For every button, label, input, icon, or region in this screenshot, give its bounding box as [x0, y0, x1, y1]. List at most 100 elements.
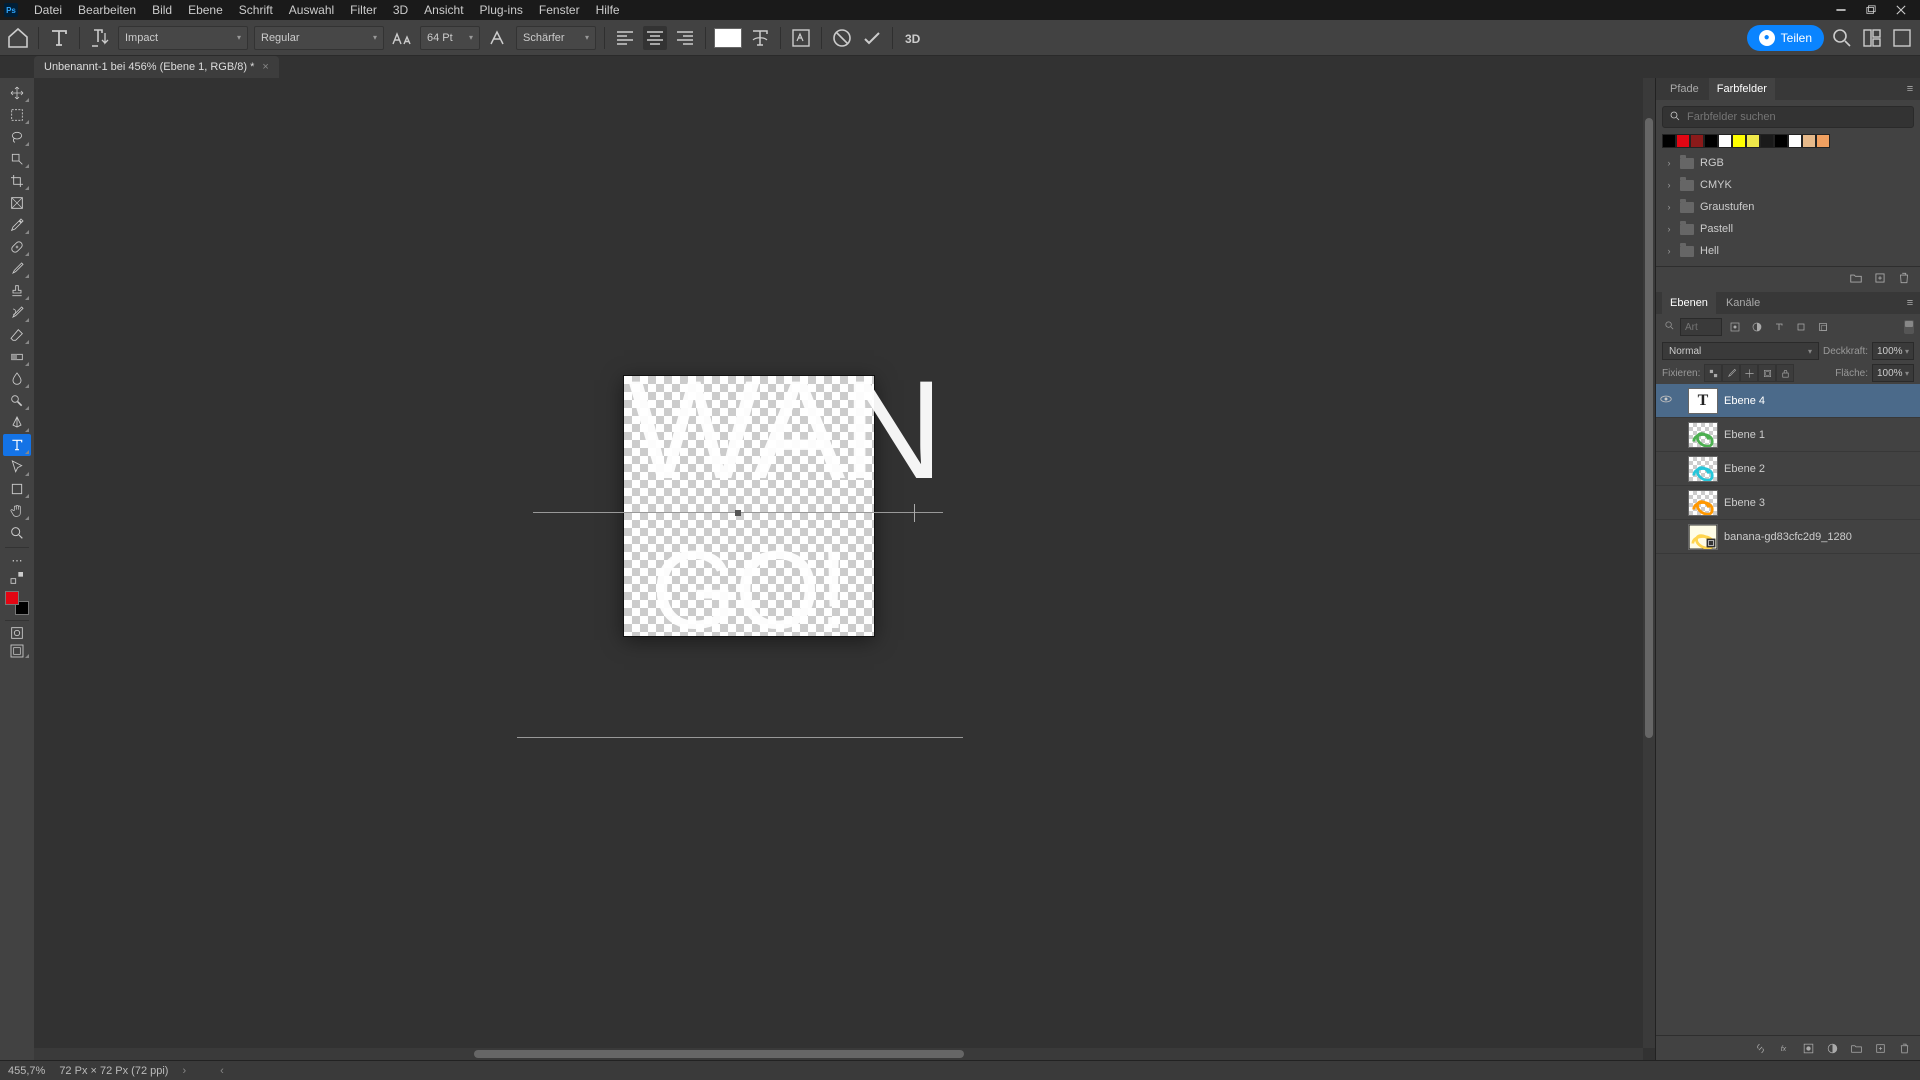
horizontal-scrollbar[interactable] — [34, 1048, 1643, 1060]
layer-row[interactable]: Ebene 1 — [1656, 418, 1920, 452]
chevron-left-icon[interactable]: ‹ — [220, 1065, 224, 1077]
tab-channels[interactable]: Kanäle — [1718, 292, 1768, 314]
swatch[interactable] — [1662, 134, 1676, 148]
lasso-tool[interactable] — [3, 126, 31, 148]
menu-3d[interactable]: 3D — [385, 0, 416, 20]
gradient-tool[interactable] — [3, 346, 31, 368]
3d-text-button[interactable]: 3D — [901, 26, 925, 50]
swatch-folder[interactable]: ›Hell — [1660, 240, 1916, 262]
layer-row[interactable]: T Ebene 4 — [1656, 384, 1920, 418]
workspace-button[interactable] — [1860, 26, 1884, 50]
character-panel-button[interactable] — [789, 26, 813, 50]
swatch-folder[interactable]: ›CMYK — [1660, 174, 1916, 196]
adjustment-layer-button[interactable] — [1824, 1040, 1840, 1056]
font-size-select[interactable]: 64 Pt▾ — [420, 26, 480, 50]
marquee-tool[interactable] — [3, 104, 31, 126]
warp-text-button[interactable] — [748, 26, 772, 50]
text-center-handle[interactable] — [735, 510, 741, 516]
align-left-button[interactable] — [613, 26, 637, 50]
link-layers-button[interactable] — [1752, 1040, 1768, 1056]
eraser-tool[interactable] — [3, 324, 31, 346]
swatch[interactable] — [1718, 134, 1732, 148]
swatch[interactable] — [1690, 134, 1704, 148]
swatch[interactable] — [1760, 134, 1774, 148]
lock-transparent-button[interactable] — [1704, 364, 1722, 382]
swatch-folder[interactable]: ›RGB — [1660, 152, 1916, 174]
menu-hilfe[interactable]: Hilfe — [588, 0, 628, 20]
history-brush-tool[interactable] — [3, 302, 31, 324]
swatch[interactable] — [1774, 134, 1788, 148]
menu-bild[interactable]: Bild — [144, 0, 180, 20]
filter-adjustment-icon[interactable] — [1748, 318, 1766, 336]
blend-mode-select[interactable]: Normal▾ — [1662, 342, 1819, 360]
window-minimize-button[interactable] — [1826, 0, 1856, 20]
document-tab-close-icon[interactable]: × — [262, 61, 268, 73]
edit-toolbar-button[interactable]: ⋯ — [3, 551, 31, 569]
menu-plugins[interactable]: Plug-ins — [472, 0, 531, 20]
layers-list[interactable]: T Ebene 4 Ebene 1 Ebene 2 Ebene 3 — [1656, 384, 1920, 1035]
layer-row[interactable]: Ebene 3 — [1656, 486, 1920, 520]
hand-tool[interactable] — [3, 500, 31, 522]
new-layer-button[interactable] — [1872, 1040, 1888, 1056]
swatch[interactable] — [1732, 134, 1746, 148]
swatch-folder[interactable]: ›Pastell — [1660, 218, 1916, 240]
crop-tool[interactable] — [3, 170, 31, 192]
document-canvas[interactable]: WAN GO! — [624, 376, 874, 636]
layer-mask-button[interactable] — [1800, 1040, 1816, 1056]
text-color-swatch[interactable] — [714, 28, 742, 48]
window-close-button[interactable] — [1886, 0, 1916, 20]
filter-shape-icon[interactable] — [1792, 318, 1810, 336]
align-center-button[interactable] — [643, 26, 667, 50]
layer-row[interactable]: Ebene 2 — [1656, 452, 1920, 486]
search-button[interactable] — [1830, 26, 1854, 50]
fill-input[interactable]: 100%▾ — [1872, 364, 1914, 382]
swatch[interactable] — [1816, 134, 1830, 148]
filter-pixel-icon[interactable] — [1726, 318, 1744, 336]
layer-filter-input[interactable] — [1680, 318, 1722, 336]
filter-smartobject-icon[interactable] — [1814, 318, 1832, 336]
filter-type-icon[interactable] — [1770, 318, 1788, 336]
chevron-right-icon[interactable]: › — [182, 1065, 186, 1077]
lock-artboard-button[interactable] — [1758, 364, 1776, 382]
home-button[interactable] — [6, 26, 30, 50]
opacity-input[interactable]: 100%▾ — [1872, 342, 1914, 360]
canvas-area[interactable]: WAN GO! — [34, 78, 1655, 1060]
tab-swatches[interactable]: Farbfelder — [1709, 78, 1775, 100]
font-style-select[interactable]: Regular▾ — [254, 26, 384, 50]
panel-menu-button[interactable]: ≡ — [1900, 297, 1920, 309]
new-swatch-button[interactable] — [1872, 271, 1888, 288]
menu-filter[interactable]: Filter — [342, 0, 385, 20]
lock-all-button[interactable] — [1776, 364, 1794, 382]
brush-tool[interactable] — [3, 258, 31, 280]
stamp-tool[interactable] — [3, 280, 31, 302]
quickmask-button[interactable] — [3, 624, 31, 642]
font-family-select[interactable]: Impact▾ — [118, 26, 248, 50]
tab-paths[interactable]: Pfade — [1662, 78, 1707, 100]
new-group-button[interactable] — [1848, 271, 1864, 288]
align-right-button[interactable] — [673, 26, 697, 50]
shape-tool[interactable] — [3, 478, 31, 500]
layer-row[interactable]: banana-gd83cfc2d9_1280 — [1656, 520, 1920, 554]
menu-ebene[interactable]: Ebene — [180, 0, 231, 20]
window-restore-button[interactable] — [1856, 0, 1886, 20]
swatch-search-field[interactable] — [1662, 106, 1914, 128]
swatch[interactable] — [1746, 134, 1760, 148]
layer-visibility-toggle[interactable] — [1656, 392, 1676, 409]
layer-style-button[interactable]: fx — [1776, 1040, 1792, 1056]
foreground-background-colors[interactable] — [3, 589, 31, 617]
eyedropper-tool[interactable] — [3, 214, 31, 236]
lock-position-button[interactable] — [1740, 364, 1758, 382]
pen-tool[interactable] — [3, 412, 31, 434]
menu-datei[interactable]: Datei — [26, 0, 70, 20]
home-workspace-button[interactable] — [1890, 26, 1914, 50]
swatch[interactable] — [1802, 134, 1816, 148]
frame-tool[interactable] — [3, 192, 31, 214]
menu-auswahl[interactable]: Auswahl — [281, 0, 342, 20]
menu-bearbeiten[interactable]: Bearbeiten — [70, 0, 144, 20]
panel-menu-button[interactable]: ≡ — [1900, 83, 1920, 95]
new-group-button[interactable] — [1848, 1040, 1864, 1056]
swap-colors-icon[interactable] — [3, 569, 31, 587]
swatch[interactable] — [1788, 134, 1802, 148]
selection-tool[interactable] — [3, 148, 31, 170]
screenmode-button[interactable] — [3, 642, 31, 660]
